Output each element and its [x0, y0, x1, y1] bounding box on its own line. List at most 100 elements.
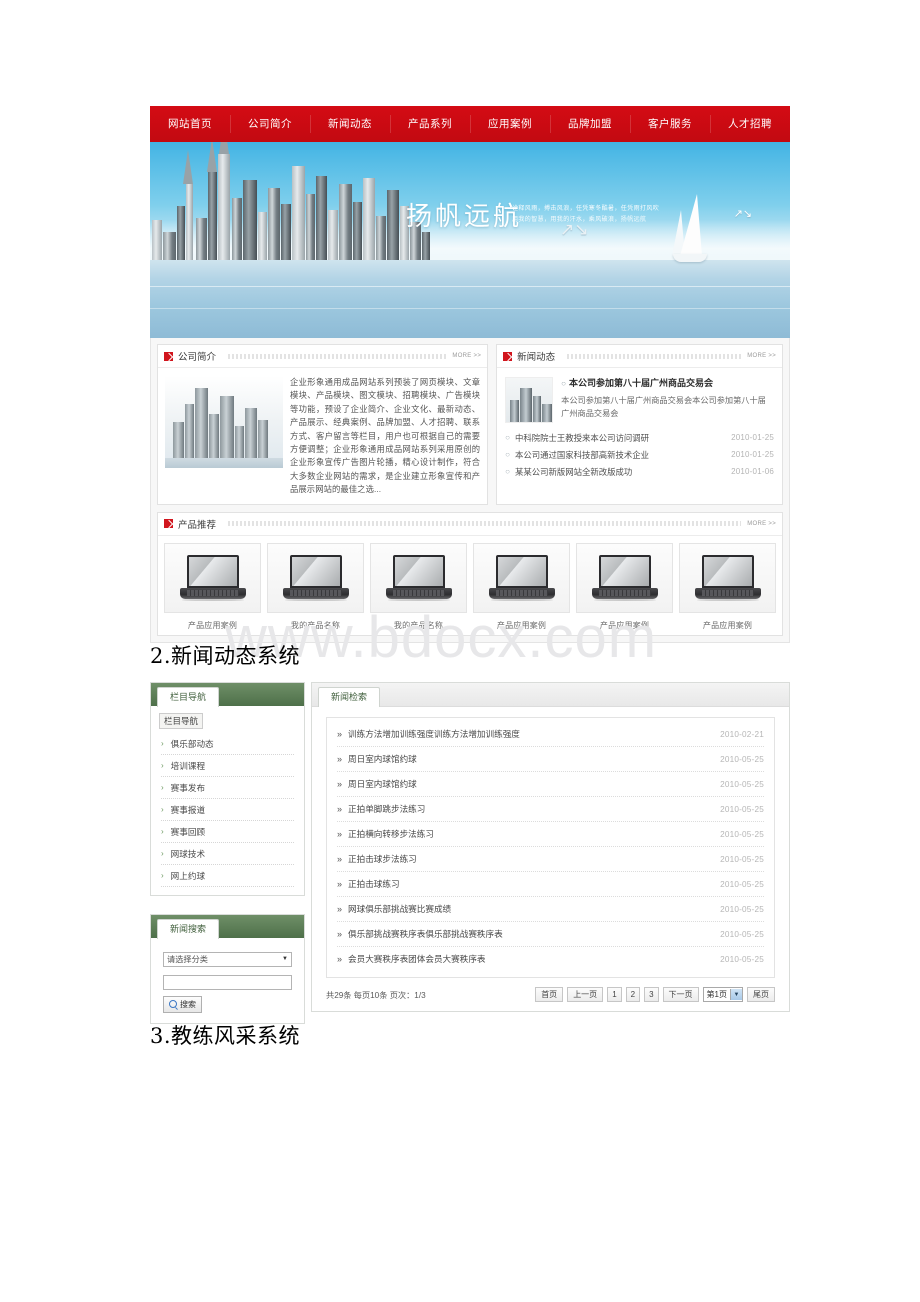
news-more-link[interactable]: MORE >>: [747, 353, 776, 359]
chevron-right-icon: ›: [161, 739, 164, 748]
laptop-icon: [591, 554, 658, 601]
pagination-page-2[interactable]: 2: [625, 987, 641, 1002]
sidebar-item-online-booking[interactable]: › 网上约球: [161, 865, 294, 887]
dotted-divider: [567, 353, 742, 359]
news-lead-title[interactable]: ○ 本公司参加第八十届广州商品交易会: [561, 377, 774, 390]
dotted-divider: [228, 353, 447, 359]
news-results-list: » 训练方法增加训练强度训练方法增加训练强度 2010-02-21 » 周日室内…: [326, 717, 775, 978]
product-card[interactable]: 产品应用案例: [473, 542, 570, 631]
hero-banner: ↗↘ ↗↘ 扬帆远航 诠释风雨，搏击风浪，任凭寒冬酷暑，任凭雨打风吹 用我的智慧…: [150, 142, 790, 338]
product-card[interactable]: 我的产品名称: [370, 542, 467, 631]
arrow-box-icon: [503, 351, 513, 361]
list-item[interactable]: » 正拍击球练习 2010-05-25: [337, 872, 764, 897]
product-card[interactable]: 我的产品名称: [267, 542, 364, 631]
list-item[interactable]: » 周日室内球馆约球 2010-05-25: [337, 772, 764, 797]
chevron-down-icon: ▼: [730, 989, 742, 1000]
news-lead-item[interactable]: ○ 本公司参加第八十届广州商品交易会 本公司参加第八十届广州商品交易会本公司参加第…: [497, 368, 782, 429]
sidebar-item-label: 网上约球: [170, 870, 206, 881]
product-card[interactable]: 产品应用案例: [679, 542, 776, 631]
pagination-first-button[interactable]: 首页: [535, 987, 564, 1002]
tab-category-nav[interactable]: 栏目导航: [157, 687, 220, 707]
list-item-title: 会员大赛秩序表团体会员大赛秩序表: [348, 954, 486, 964]
nav-item-news[interactable]: 新闻动态: [310, 106, 390, 142]
tab-news-search[interactable]: 新闻搜索: [157, 919, 220, 939]
seagull-icon: ↗↘: [733, 208, 752, 220]
sidebar-item-club-news[interactable]: › 俱乐部动态: [161, 733, 294, 755]
news-search-body: 请选择分类 ▼ 搜索: [151, 938, 304, 1023]
pagination-page-3[interactable]: 3: [644, 987, 659, 1002]
list-item[interactable]: » 训练方法增加训练强度训练方法增加训练强度 2010-02-21: [337, 722, 764, 747]
news-search-box: 新闻搜索 请选择分类 ▼ 搜索: [150, 914, 305, 1024]
news-item-date: 2010-01-25: [731, 433, 774, 442]
laptop-icon: [694, 554, 761, 601]
list-item[interactable]: » 网球俱乐部挑战赛比赛成绩 2010-05-25: [337, 897, 764, 922]
nav-item-about[interactable]: 公司简介: [230, 106, 310, 142]
product-card[interactable]: 产品应用案例: [164, 542, 261, 631]
list-item-date: 2010-05-25: [720, 904, 764, 914]
pagination-prev-button[interactable]: 上一页: [567, 987, 604, 1002]
nav-item-products[interactable]: 产品系列: [390, 106, 470, 142]
nav-item-careers[interactable]: 人才招聘: [710, 106, 790, 142]
sidebar-item-training-course[interactable]: › 培训课程: [161, 755, 294, 777]
circle-bullet-icon: ○: [561, 379, 567, 388]
pagination-last-button[interactable]: 尾页: [747, 987, 775, 1002]
list-item[interactable]: » 正拍击球步法练习 2010-05-25: [337, 847, 764, 872]
about-panel-header: 公司简介 MORE >>: [158, 345, 488, 368]
sidebar-item-event-report[interactable]: › 赛事报道: [161, 799, 294, 821]
banner-title: 扬帆远航: [406, 202, 523, 232]
product-label: 产品应用案例: [496, 620, 547, 630]
search-input[interactable]: [163, 975, 292, 990]
pagination-next-button[interactable]: 下一页: [662, 987, 699, 1002]
search-button-label: 搜索: [180, 999, 196, 1009]
sidebar-item-label: 培训课程: [170, 760, 206, 771]
list-item-date: 2010-05-25: [720, 954, 764, 964]
category-nav-list: › 俱乐部动态 › 培训课程 › 赛事发布 › 赛事报道 › 赛事回顾 › 网球…: [151, 731, 304, 895]
pagination-jump-select[interactable]: 第1页 ▼: [702, 987, 743, 1002]
dotted-divider: [228, 521, 742, 527]
double-chevron-right-icon: »: [337, 829, 343, 839]
nav-item-cases[interactable]: 应用案例: [470, 106, 550, 142]
news-list-item[interactable]: ○ 某某公司新版网站全新改版成功 2010-01-06: [505, 463, 774, 480]
news-list-item[interactable]: ○ 中科院院士王教授来本公司访问调研 2010-01-25: [505, 429, 774, 446]
water: [150, 260, 790, 338]
nav-item-franchise[interactable]: 品牌加盟: [550, 106, 630, 142]
products-grid: 产品应用案例 我的产品名称 我的产品名称 产品应用案例 产品应用案例 产品应用案…: [158, 536, 782, 635]
sidebar-item-label: 俱乐部动态: [170, 738, 214, 749]
chevron-right-icon: ›: [161, 827, 164, 836]
product-image: [370, 542, 467, 613]
list-item[interactable]: » 会员大赛秩序表团体会员大赛秩序表 2010-05-25: [337, 947, 764, 971]
product-image: [576, 542, 673, 613]
tab-news-retrieval[interactable]: 新闻检索: [318, 687, 381, 707]
news-list-item[interactable]: ○ 本公司通过国家科技部高新技术企业 2010-01-25: [505, 446, 774, 463]
double-chevron-right-icon: »: [337, 904, 343, 914]
list-item[interactable]: » 周日室内球馆约球 2010-05-25: [337, 747, 764, 772]
about-more-link[interactable]: MORE >>: [452, 353, 481, 359]
nav-item-service[interactable]: 客户服务: [630, 106, 710, 142]
pagination-page-1[interactable]: 1: [607, 987, 622, 1002]
chevron-right-icon: ›: [161, 871, 164, 880]
product-image: [473, 542, 570, 613]
double-chevron-right-icon: »: [337, 929, 343, 939]
search-button[interactable]: 搜索: [163, 995, 202, 1013]
news-system-layout: 栏目导航 栏目导航 › 俱乐部动态 › 培训课程 › 赛事发布 › 赛事报道 ›…: [150, 682, 790, 1024]
news-lead-text: ○ 本公司参加第八十届广州商品交易会 本公司参加第八十届广州商品交易会本公司参加第…: [561, 377, 774, 423]
category-select[interactable]: 请选择分类 ▼: [163, 952, 292, 967]
list-item[interactable]: » 俱乐部挑战赛秩序表俱乐部挑战赛秩序表 2010-05-25: [337, 922, 764, 947]
product-card[interactable]: 产品应用案例: [576, 542, 673, 631]
list-item-title: 正拍横向转移步法练习: [348, 829, 434, 839]
products-panel-title: 产品推荐: [178, 519, 217, 531]
list-item[interactable]: » 正拍单脚跳步法练习 2010-05-25: [337, 797, 764, 822]
sidebar-item-event-release[interactable]: › 赛事发布: [161, 777, 294, 799]
sidebar-item-tennis-technique[interactable]: › 网球技术: [161, 843, 294, 865]
banner-subtitle: 诠释风雨，搏击风浪，任凭寒冬酷暑，任凭雨打风吹 用我的智慧，用我的汗水，乘风破浪…: [512, 204, 659, 226]
products-more-link[interactable]: MORE >>: [747, 521, 776, 527]
news-item-list: ○ 中科院院士王教授来本公司访问调研 2010-01-25 ○ 本公司通过国家科…: [497, 429, 782, 488]
banner-subtitle-line2: 用我的智慧，用我的汗水，乘风破浪，扬帆远航: [512, 217, 647, 223]
double-chevron-right-icon: »: [337, 729, 343, 739]
nav-item-home[interactable]: 网站首页: [150, 106, 230, 142]
list-item[interactable]: » 正拍横向转移步法练习 2010-05-25: [337, 822, 764, 847]
list-item-date: 2010-05-25: [720, 854, 764, 864]
pagination: 共29条 每页10条 页次：1/3 首页 上一页 1 2 3 下一页 第1页 ▼…: [312, 978, 789, 1002]
heading-news-system: 2.新闻动态系统: [150, 644, 301, 668]
sidebar-item-event-review[interactable]: › 赛事回顾: [161, 821, 294, 843]
